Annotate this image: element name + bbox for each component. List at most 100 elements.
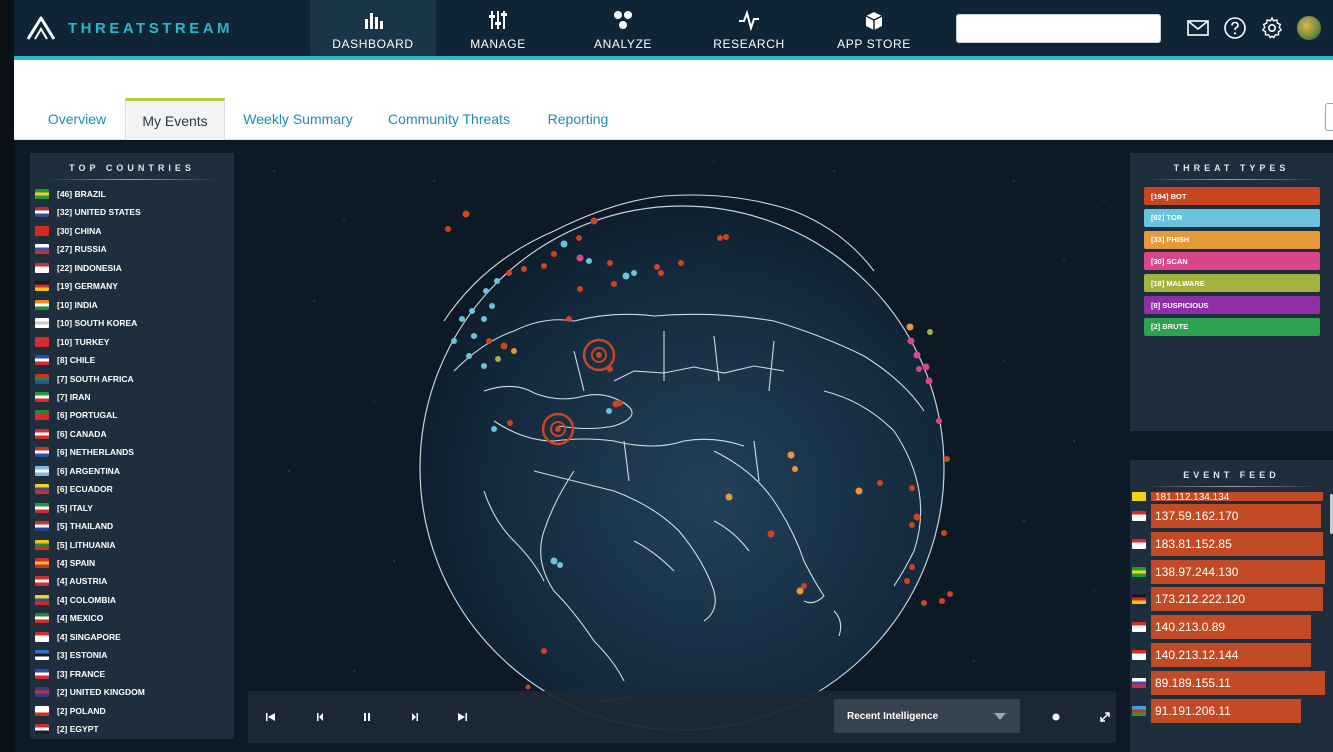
tab-weekly-summary[interactable]: Weekly Summary — [238, 98, 358, 140]
country-label: [8] CHILE — [57, 355, 96, 366]
feed-row[interactable]: 89.189.155.11 — [1132, 670, 1325, 695]
country-row[interactable]: [22] INDONESIA — [35, 260, 122, 276]
flag-icon — [1132, 622, 1146, 633]
country-row[interactable]: [6] CANADA — [35, 426, 107, 442]
skip-first-icon[interactable] — [263, 709, 279, 725]
country-row[interactable]: [4] MEXICO — [35, 610, 103, 626]
country-row[interactable]: [10] INDIA — [35, 297, 98, 313]
logo-icon — [26, 16, 56, 40]
feed-row[interactable]: 91.191.206.11 — [1132, 698, 1301, 723]
feed-row[interactable]: 137.59.162.170 — [1132, 504, 1321, 528]
flag-icon — [35, 724, 49, 735]
step-back-icon[interactable] — [312, 709, 328, 725]
country-label: [5] THAILAND — [57, 521, 114, 532]
country-row[interactable]: [5] LITHUANIA — [35, 537, 116, 553]
country-row[interactable]: [6] ECUADOR — [35, 481, 113, 497]
country-row[interactable]: [46] BRAZIL — [35, 186, 106, 202]
search-input[interactable] — [956, 14, 1161, 43]
country-row[interactable]: [5] ITALY — [35, 500, 93, 516]
country-row[interactable]: [2] UNITED KINGDOM — [35, 684, 145, 700]
flag-icon — [35, 447, 49, 458]
country-row[interactable]: [4] AUSTRIA — [35, 573, 107, 589]
country-row[interactable]: [10] TURKEY — [35, 334, 109, 350]
app-frame: THREATSTREAM DASHBOARD MANAGE ANALYZE RE… — [0, 0, 1333, 752]
country-label: [22] INDONESIA — [57, 262, 122, 273]
country-label: [6] ECUADOR — [57, 484, 113, 495]
step-forward-icon[interactable] — [407, 709, 423, 725]
country-row[interactable]: [7] SOUTH AFRICA — [35, 371, 134, 387]
flag-icon — [35, 668, 49, 679]
country-row[interactable]: [4] COLOMBIA — [35, 592, 116, 608]
threat-type-bar[interactable]: [2] BRUTE — [1144, 317, 1320, 336]
threat-type-bar[interactable]: [194] BOT — [1144, 187, 1320, 205]
flag-icon — [35, 262, 49, 273]
threat-type-bar[interactable]: [62] TOR — [1144, 208, 1320, 227]
side-drawer-handle[interactable] — [1325, 103, 1333, 131]
country-label: [4] MEXICO — [57, 613, 104, 624]
country-row[interactable]: [6] ARGENTINA — [35, 463, 120, 479]
flag-icon — [35, 521, 49, 532]
country-row[interactable]: [32] UNITED STATES — [35, 204, 141, 220]
country-row[interactable]: [2] EGYPT — [35, 721, 99, 737]
country-row[interactable]: [7] IRAN — [35, 389, 91, 405]
country-row[interactable]: [10] SOUTH KOREA — [35, 315, 137, 331]
country-row[interactable]: [30] CHINA — [35, 223, 101, 239]
tab-reporting[interactable]: Reporting — [541, 98, 615, 140]
graph-nodes-icon — [614, 11, 632, 29]
nav-app-store[interactable]: APP STORE — [811, 0, 937, 56]
brand-logo[interactable]: THREATSTREAM — [26, 12, 236, 44]
feed-row-partial[interactable]: 181.112.134.134 — [1132, 492, 1323, 501]
country-row[interactable]: [5] THAILAND — [35, 518, 113, 534]
skip-last-icon[interactable] — [454, 709, 470, 725]
country-row[interactable]: [19] GERMANY — [35, 278, 118, 294]
country-row[interactable]: [4] SPAIN — [35, 555, 95, 571]
top-countries-title: TOP COUNTRIES — [69, 163, 195, 173]
mail-icon[interactable] — [1186, 16, 1210, 40]
country-row[interactable]: [3] FRANCE — [35, 666, 105, 682]
feed-ip: 91.191.206.11 — [1151, 698, 1301, 723]
threat-type-bar[interactable]: [8] SUSPICIOUS — [1144, 296, 1320, 314]
avatar[interactable] — [1297, 16, 1321, 40]
country-label: [46] BRAZIL — [57, 189, 106, 199]
country-row[interactable]: [3] ESTONIA — [35, 647, 107, 663]
threat-types-panel: THREAT TYPES [194] BOT [62] TOR [33] PHISH… — [1130, 153, 1333, 431]
tab-overview[interactable]: Overview — [36, 98, 118, 140]
country-label: [6] NETHERLANDS — [57, 447, 134, 458]
threat-map[interactable]: TOP COUNTRIES [46] BRAZIL [32] UNITED STA… — [14, 141, 1333, 752]
nav-dashboard[interactable]: DASHBOARD — [310, 0, 436, 56]
feed-ip: 140.213.12.144 — [1151, 643, 1311, 667]
feed-ip: 140.213.0.89 — [1151, 615, 1311, 640]
country-row[interactable]: [8] CHILE — [35, 352, 95, 368]
tab-community-threats[interactable]: Community Threats — [379, 98, 519, 140]
gear-icon[interactable] — [1260, 16, 1284, 40]
tab-my-events[interactable]: My Events — [125, 98, 225, 140]
expand-icon[interactable] — [1097, 709, 1113, 725]
settings-dot-icon[interactable] — [1048, 709, 1064, 725]
country-row[interactable]: [6] NETHERLANDS — [35, 444, 134, 460]
nav-research[interactable]: RESEARCH — [686, 0, 812, 56]
threat-type-bar[interactable]: [33] PHISH — [1144, 230, 1320, 249]
country-label: [6] ARGENTINA — [57, 465, 120, 476]
flag-icon — [35, 336, 49, 347]
feed-row[interactable]: 140.213.0.89 — [1132, 615, 1311, 640]
feed-row[interactable]: 138.97.244.130 — [1132, 559, 1325, 584]
country-row[interactable]: [27] RUSSIA — [35, 241, 107, 257]
country-row[interactable]: [6] PORTUGAL — [35, 407, 117, 423]
threat-type-bar[interactable]: [18] MALWARE — [1144, 274, 1320, 293]
nav-analyze[interactable]: ANALYZE — [560, 0, 686, 56]
country-label: [5] LITHUANIA — [57, 539, 116, 550]
nav-manage[interactable]: MANAGE — [435, 0, 561, 56]
flag-icon — [1132, 650, 1146, 660]
flag-icon — [35, 355, 49, 366]
help-icon[interactable] — [1223, 16, 1247, 40]
country-row[interactable]: [4] SINGAPORE — [35, 629, 121, 645]
intelligence-dropdown[interactable]: Recent Intelligence — [834, 699, 1020, 733]
event-feed-panel: EVENT FEED 181.112.134.134 137.59.162.17… — [1130, 460, 1333, 752]
feed-row[interactable]: 183.81.152.85 — [1132, 531, 1323, 556]
flag-icon — [1132, 566, 1146, 577]
threat-type-bar[interactable]: [30] SCAN — [1144, 252, 1320, 271]
country-row[interactable]: [2] POLAND — [35, 703, 106, 719]
feed-row[interactable]: 140.213.12.144 — [1132, 643, 1311, 667]
pause-icon[interactable] — [359, 709, 375, 725]
feed-row[interactable]: 173.212.222.120 — [1132, 587, 1323, 612]
